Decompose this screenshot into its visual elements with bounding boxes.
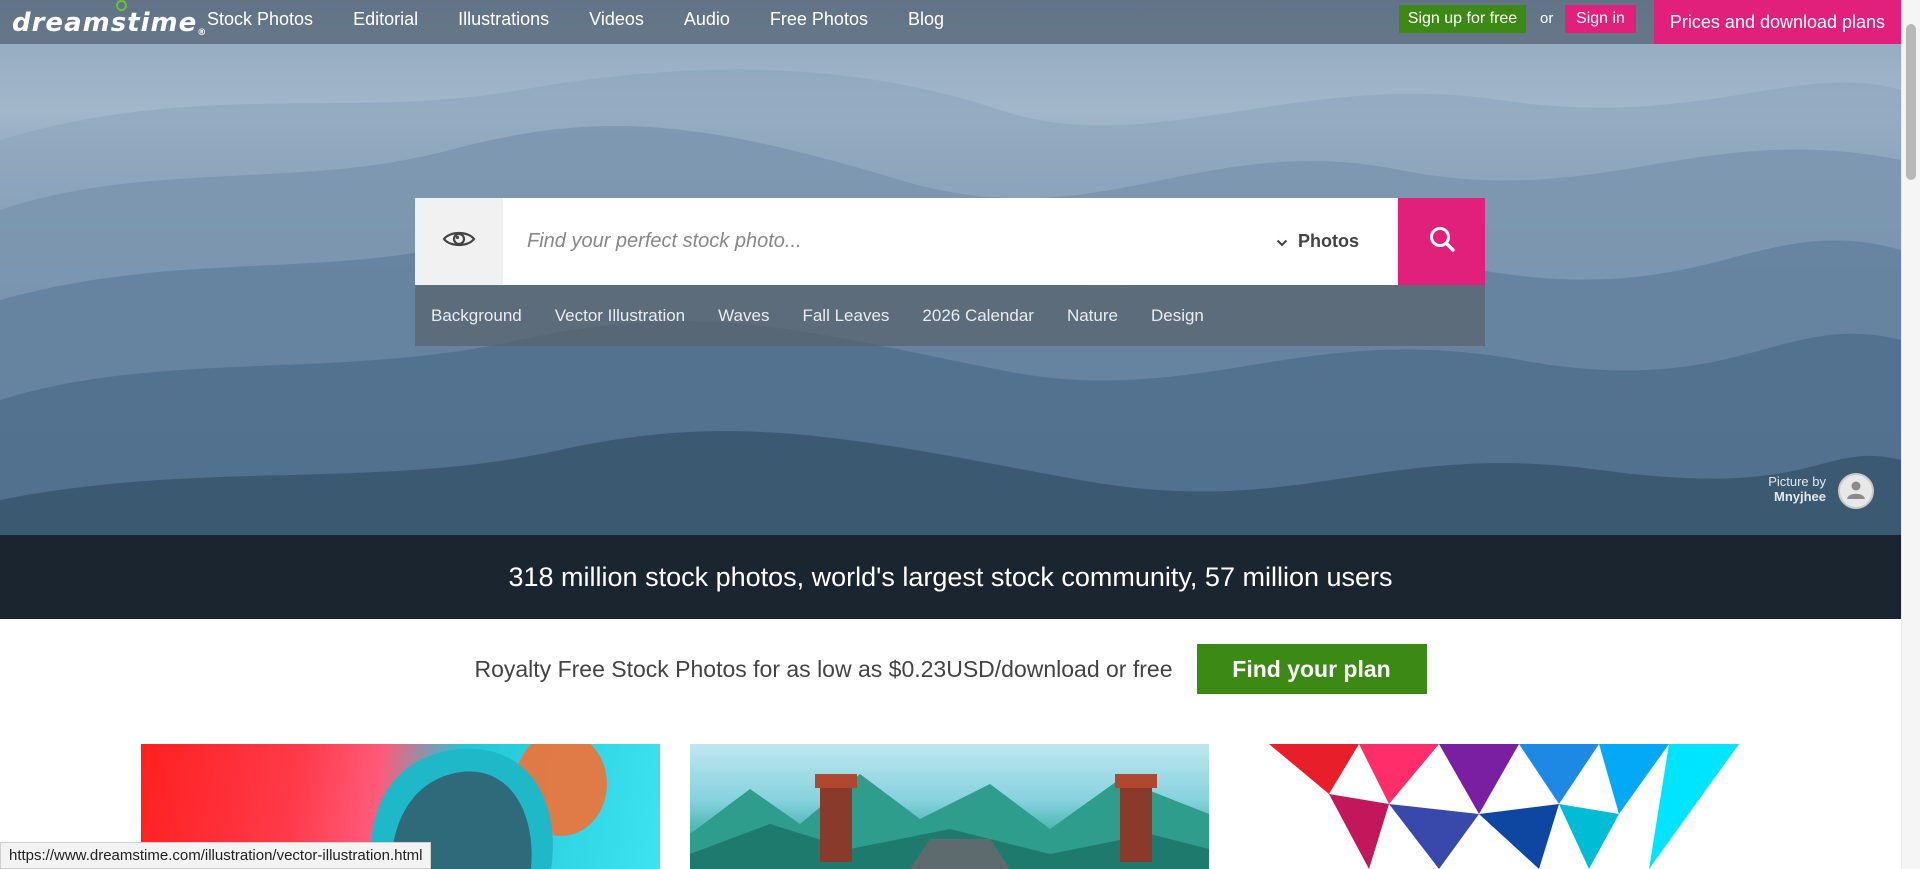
nav-editorial[interactable]: Editorial — [353, 9, 418, 30]
search-box: Photos — [415, 198, 1485, 285]
suggestion-link[interactable]: Background — [431, 306, 522, 326]
dreamstime-logo[interactable]: dreamstime® — [12, 0, 207, 38]
featured-card-landscape[interactable] — [690, 744, 1209, 869]
sign-in-button[interactable]: Sign in — [1565, 5, 1636, 33]
visual-search-button[interactable] — [415, 198, 503, 285]
promo-text: Royalty Free Stock Photos for as low as … — [474, 655, 1173, 682]
featured-card-polygon[interactable] — [1239, 744, 1758, 869]
nav-stock-photos[interactable]: Stock Photos — [207, 9, 313, 30]
landscape-thumbnail — [690, 774, 1209, 869]
suggestion-link[interactable]: Waves — [718, 306, 769, 326]
stats-text: 318 million stock photos, world's larges… — [508, 561, 1393, 592]
top-navigation: dreamstime® Stock Photos Editorial Illus… — [0, 0, 1901, 44]
nav-audio[interactable]: Audio — [684, 9, 730, 30]
user-avatar-icon — [1845, 478, 1867, 505]
nav-illustrations[interactable]: Illustrations — [458, 9, 549, 30]
logo-ring-icon — [116, 0, 127, 11]
main-nav: Stock Photos Editorial Illustrations Vid… — [207, 0, 984, 38]
prices-plans-button[interactable]: Prices and download plans — [1654, 0, 1901, 44]
credit-author: Mnyjhee — [1773, 489, 1826, 504]
suggestion-link[interactable]: Vector Illustration — [555, 306, 685, 326]
search-button[interactable] — [1398, 198, 1485, 285]
scrollbar-thumb[interactable] — [1906, 24, 1916, 180]
author-avatar[interactable] — [1838, 473, 1874, 509]
media-type-value: Photos — [1298, 231, 1359, 251]
search-icon — [1428, 225, 1456, 258]
page-scrollbar[interactable] — [1901, 0, 1920, 869]
sign-up-button[interactable]: Sign up for free — [1399, 5, 1526, 33]
suggestion-link[interactable]: 2026 Calendar — [922, 306, 1034, 326]
credit-label: Picture by — [1768, 474, 1826, 489]
chevron-down-icon — [1276, 231, 1288, 252]
or-separator: or — [1540, 10, 1554, 27]
nav-blog[interactable]: Blog — [908, 9, 944, 30]
polygon-thumbnail — [1269, 744, 1739, 869]
picture-credit[interactable]: Picture by Mnyjhee — [1768, 474, 1826, 504]
stats-banner: 318 million stock photos, world's larges… — [0, 535, 1901, 619]
suggestion-link[interactable]: Design — [1151, 306, 1204, 326]
find-plan-button[interactable]: Find your plan — [1196, 644, 1427, 694]
search-suggestions: Background Vector Illustration Waves Fal… — [415, 285, 1485, 346]
eye-icon — [442, 228, 476, 255]
nav-videos[interactable]: Videos — [589, 9, 644, 30]
status-bar-url: https://www.dreamstime.com/illustration/… — [0, 842, 432, 869]
media-type-select[interactable]: Photos — [1276, 198, 1398, 285]
nav-free-photos[interactable]: Free Photos — [770, 9, 868, 30]
suggestion-link[interactable]: Nature — [1067, 306, 1118, 326]
suggestion-link[interactable]: Fall Leaves — [802, 306, 889, 326]
pricing-promo: Royalty Free Stock Photos for as low as … — [0, 619, 1901, 719]
search-input[interactable] — [503, 198, 1276, 285]
